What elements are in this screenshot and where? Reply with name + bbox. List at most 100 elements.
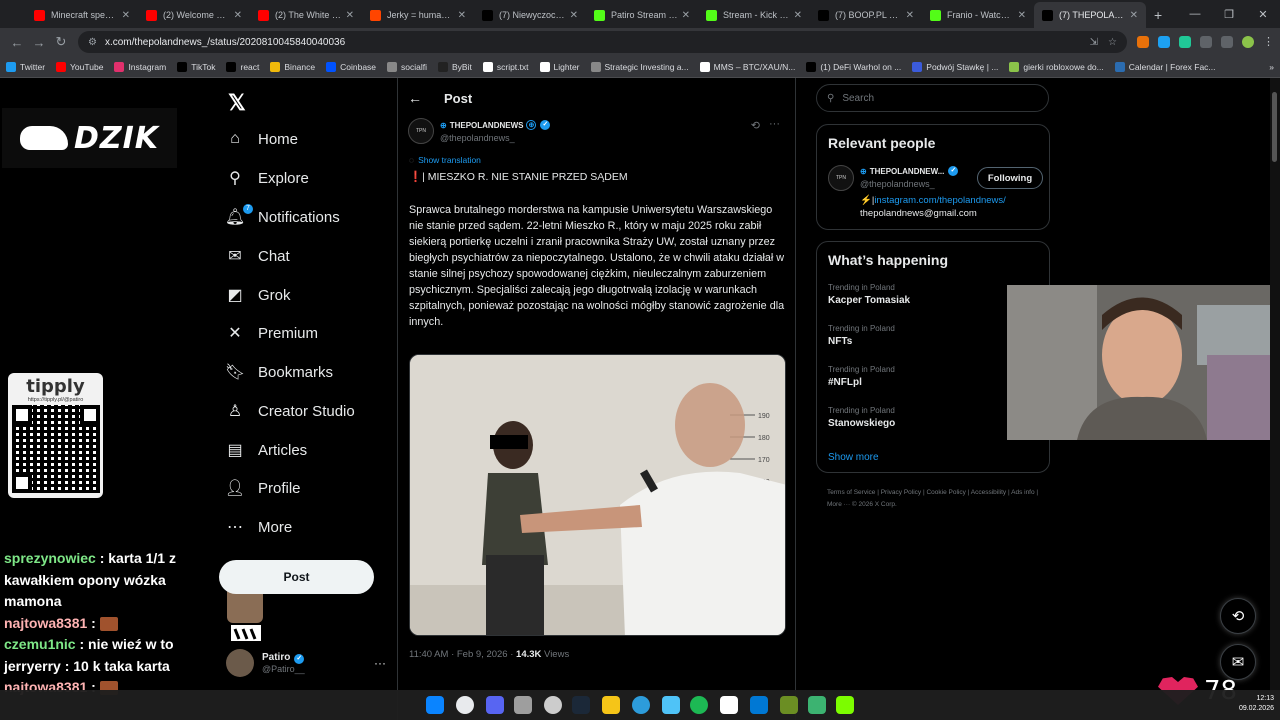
browser-tab[interactable]: (7) BOOP.PL on X ✕ (810, 2, 922, 28)
page-scrollbar[interactable] (1270, 78, 1280, 690)
extensions-puzzle-icon[interactable] (1200, 36, 1212, 48)
site-info-icon[interactable]: ⚙ (88, 37, 97, 48)
spotify-icon[interactable] (690, 696, 708, 714)
bookmark-item[interactable]: Strategic Investing a... (590, 61, 689, 72)
nav-item-premium[interactable]: ✕ Premium (226, 318, 318, 348)
bookmark-item[interactable]: Coinbase (326, 61, 376, 72)
nav-item-notifications[interactable]: 🔔︎ Notifications 7 (225, 202, 340, 232)
bookmark-item[interactable]: (1) DeFi Warhol on ... (806, 61, 901, 72)
bookmark-item[interactable]: TikTok (177, 61, 215, 72)
post-button[interactable]: Post (219, 560, 374, 594)
app-icon[interactable] (632, 696, 650, 714)
nav-item-creator-studio[interactable]: ♙ Creator Studio (226, 396, 355, 426)
account-switcher[interactable]: Patiro ✓ @Patiro__ ··· (226, 643, 386, 683)
tab-close-icon[interactable]: ✕ (682, 10, 690, 21)
browser-tab[interactable]: Patiro Stream - W... ✕ (586, 2, 698, 28)
minimize-icon[interactable]: — (1178, 0, 1212, 28)
bio-link[interactable]: instagram.com/thepolandnews/ (874, 195, 1006, 206)
extension-fox-icon[interactable] (1137, 36, 1149, 48)
bookmark-item[interactable]: YouTube (56, 61, 103, 72)
extension-green-icon[interactable] (1179, 36, 1191, 48)
discord-icon[interactable] (486, 696, 504, 714)
bookmark-item[interactable]: script.txt (482, 61, 529, 72)
grok-floating-icon[interactable]: ⟲ (1220, 598, 1256, 634)
bookmark-item[interactable]: Podwój Stawkę | ... (912, 61, 998, 72)
tab-close-icon[interactable]: ✕ (346, 10, 354, 21)
tab-close-icon[interactable]: ✕ (794, 10, 802, 21)
browser-menu-icon[interactable]: ⋮ (1263, 36, 1274, 48)
author-handle[interactable]: @thepolandnews_ (440, 133, 515, 143)
trend-item[interactable]: Trending in Poland Kacper Tomasiak (828, 283, 910, 306)
nav-item-home[interactable]: ⌂ Home (226, 124, 298, 154)
trend-item[interactable]: Trending in Poland NFTs (828, 324, 895, 347)
back-icon[interactable]: ← (6, 35, 28, 50)
footer-links[interactable]: Terms of Service | Privacy Policy | Cook… (827, 487, 1047, 511)
post-image[interactable]: 190180170160150 (409, 354, 786, 636)
chrome-icon[interactable] (456, 696, 474, 714)
x-logo-icon[interactable]: 𝕏 (228, 90, 246, 116)
browser-tab[interactable]: Minecraft speedrun ✕ (26, 2, 138, 28)
bookmark-item[interactable]: gierki robloxowe do... (1009, 61, 1104, 72)
nav-item-articles[interactable]: ▤ Articles (226, 435, 307, 465)
tab-close-icon[interactable]: ✕ (1130, 10, 1138, 21)
post-timestamp[interactable]: 11:40 AM · Feb 9, 2026 · (409, 649, 516, 660)
account-more-icon[interactable]: ··· (374, 656, 386, 670)
grok-explain-icon[interactable]: ⟲ (751, 119, 760, 132)
start-icon[interactable] (426, 696, 444, 714)
tab-close-icon[interactable]: ✕ (1018, 10, 1026, 21)
trend-item[interactable]: Trending in Poland #NFLpl (828, 365, 895, 388)
bookmark-item[interactable]: MMS – BTC/XAU/N... (699, 61, 795, 72)
app-icon[interactable] (662, 696, 680, 714)
nav-item-profile[interactable]: 👤︎ Profile (225, 473, 301, 503)
search-input[interactable]: ⚲ Search (816, 84, 1049, 112)
show-translation-link[interactable]: ◌ Show translation (409, 155, 481, 165)
author-name[interactable]: ⊕ THEPOLANDNEWS ⊕ ✓ (440, 120, 551, 130)
browser-tab[interactable]: (2) The White Stripes ✕ (250, 2, 362, 28)
browser-tab[interactable]: Jerky = human m... ✕ (362, 2, 474, 28)
profile-avatar-icon[interactable] (1242, 36, 1254, 48)
browser-tab[interactable]: (7) Niewyczochrany ✕ (474, 2, 586, 28)
trend-item[interactable]: Trending in Poland Stanowskiego (828, 406, 895, 429)
messages-floating-icon[interactable]: ✉ (1220, 644, 1256, 680)
browser-tab[interactable]: Stream - Kick Das... ✕ (698, 2, 810, 28)
tab-search-icon[interactable] (1221, 36, 1233, 48)
forward-icon[interactable]: → (28, 35, 50, 50)
post-more-icon[interactable]: ··· (769, 118, 780, 130)
app-icon[interactable] (514, 696, 532, 714)
obs-icon[interactable] (544, 696, 562, 714)
tab-close-icon[interactable]: ✕ (570, 10, 578, 21)
folder-icon[interactable] (602, 696, 620, 714)
minecraft-icon[interactable] (780, 696, 798, 714)
more-bookmarks-icon[interactable]: » (1269, 62, 1274, 72)
tab-close-icon[interactable]: ✕ (458, 10, 466, 21)
bookmark-item[interactable]: Calendar | Forex Fac... (1114, 61, 1216, 72)
nav-item-more[interactable]: ⋯ More (226, 512, 292, 542)
browser-tab[interactable]: (2) Welcome Back ✕ (138, 2, 250, 28)
app-icon[interactable] (836, 696, 854, 714)
app-icon[interactable] (808, 696, 826, 714)
app-icon[interactable] (720, 696, 738, 714)
bookmark-item[interactable]: Lighter (539, 61, 580, 72)
bookmark-item[interactable]: ByBit (438, 61, 472, 72)
back-arrow-icon[interactable]: ← (408, 90, 422, 106)
steam-icon[interactable] (572, 696, 590, 714)
nav-item-explore[interactable]: ⚲ Explore (226, 163, 309, 193)
nav-item-bookmarks[interactable]: 🔖︎ Bookmarks (225, 357, 333, 387)
tab-close-icon[interactable]: ✕ (122, 10, 130, 21)
bookmark-item[interactable]: Twitter (6, 61, 45, 72)
extension-blue-icon[interactable] (1158, 36, 1170, 48)
bookmark-item[interactable]: socialfi (387, 61, 427, 72)
install-icon[interactable]: ⇲ (1090, 37, 1098, 48)
star-icon[interactable]: ☆ (1108, 37, 1117, 48)
author-avatar[interactable]: TPN (408, 118, 434, 144)
system-tray-clock[interactable]: 12:13 09.02.2026 (1239, 694, 1274, 714)
reload-icon[interactable]: ↻ (50, 34, 72, 50)
maximize-icon[interactable]: ❐ (1212, 0, 1246, 28)
bookmark-item[interactable]: Binance (270, 61, 315, 72)
show-more-link[interactable]: Show more (828, 452, 879, 463)
tab-close-icon[interactable]: ✕ (234, 10, 242, 21)
browser-tab[interactable]: (7) THEPOLANDNEWS ✕ (1034, 2, 1146, 28)
nav-item-chat[interactable]: ✉ Chat (226, 241, 289, 271)
close-window-icon[interactable]: ✕ (1246, 0, 1280, 28)
tab-close-icon[interactable]: ✕ (906, 10, 914, 21)
